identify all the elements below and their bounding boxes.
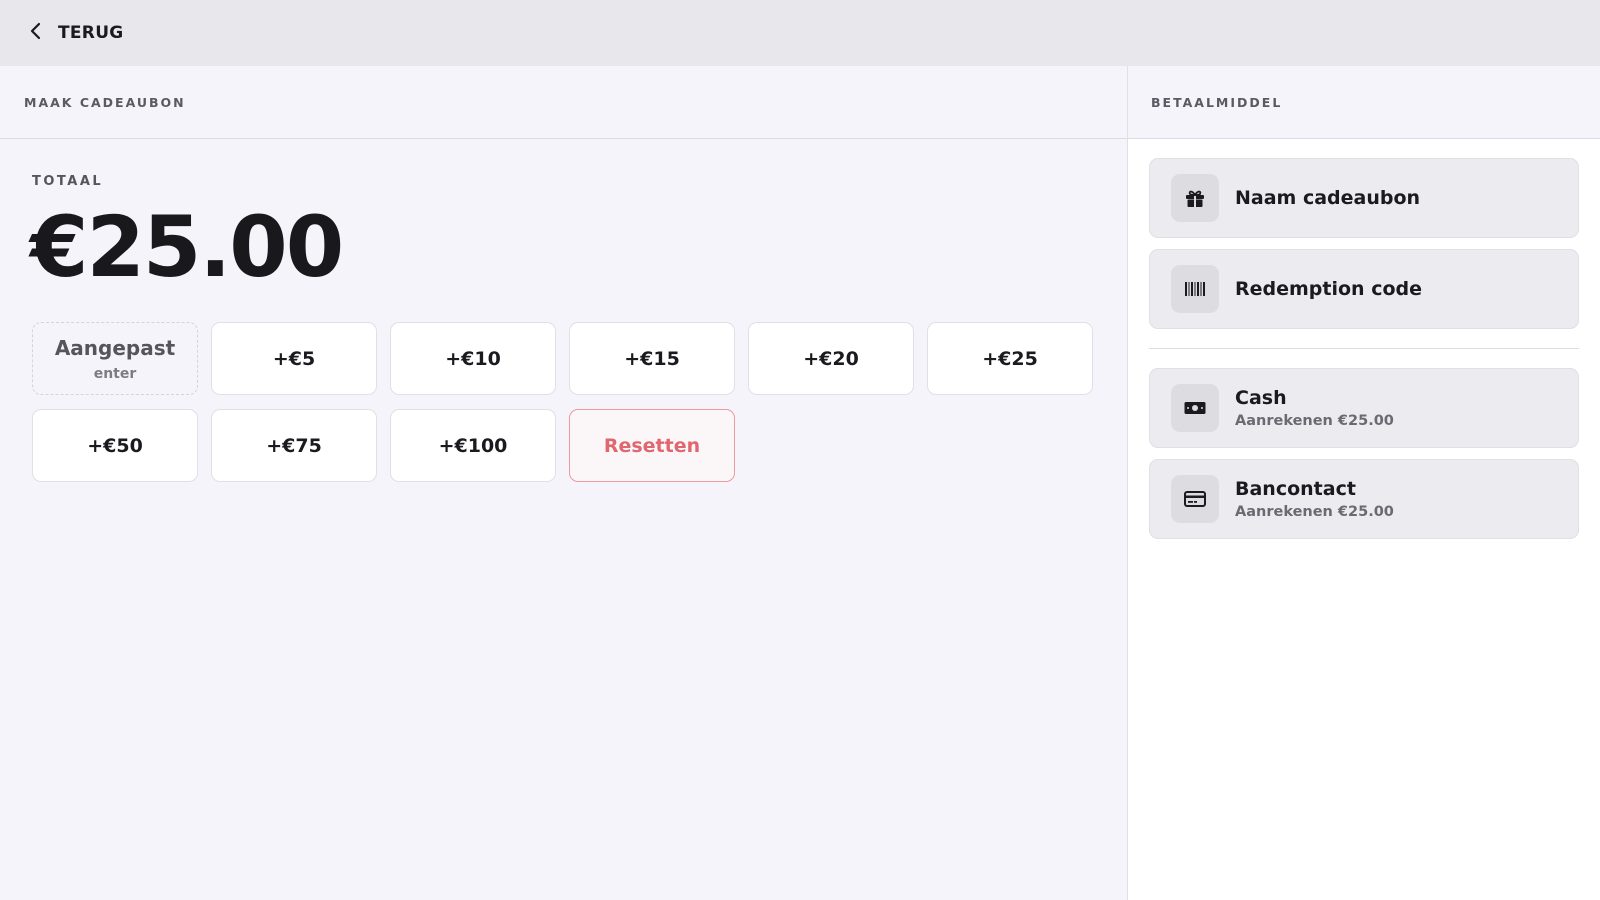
add-10-button[interactable]: +€10 xyxy=(390,322,556,395)
divider xyxy=(1149,348,1579,349)
barcode-icon xyxy=(1171,265,1219,313)
add-15-button[interactable]: +€15 xyxy=(569,322,735,395)
add-25-button[interactable]: +€25 xyxy=(927,322,1093,395)
custom-amount-button[interactable]: Aangepast enter xyxy=(32,322,198,395)
back-button[interactable]: TERUG xyxy=(26,21,124,45)
bancontact-label: Bancontact xyxy=(1235,478,1356,500)
add-75-button[interactable]: +€75 xyxy=(211,409,377,482)
redemption-code-label: Redemption code xyxy=(1235,278,1422,300)
cash-charge-amount: Aanrekenen €25.00 xyxy=(1235,413,1394,429)
add-5-button[interactable]: +€5 xyxy=(211,322,377,395)
chevron-left-icon xyxy=(26,21,46,45)
payment-method-cash[interactable]: Cash Aanrekenen €25.00 xyxy=(1149,368,1579,448)
payment-method-bancontact[interactable]: Bancontact Aanrekenen €25.00 xyxy=(1149,459,1579,539)
add-100-button[interactable]: +€100 xyxy=(390,409,556,482)
bancontact-charge-amount: Aanrekenen €25.00 xyxy=(1235,504,1394,520)
redemption-code-field[interactable]: Redemption code xyxy=(1149,249,1579,329)
payment-panel: BETAALMIDDEL Naam cadeaubon Redemption c… xyxy=(1128,66,1600,900)
top-bar: TERUG xyxy=(0,0,1600,66)
add-50-button[interactable]: +€50 xyxy=(32,409,198,482)
main-header: MAAK CADEAUBON xyxy=(0,66,1127,139)
custom-amount-label: Aangepast xyxy=(54,335,176,360)
custom-amount-sub: enter xyxy=(93,365,137,382)
page-title: MAAK CADEAUBON xyxy=(24,94,186,110)
gift-card-name-field[interactable]: Naam cadeaubon xyxy=(1149,158,1579,238)
reset-button[interactable]: Resetten xyxy=(569,409,735,482)
back-label: TERUG xyxy=(58,23,124,43)
gift-icon xyxy=(1171,174,1219,222)
total-label: TOTAAL xyxy=(32,174,104,189)
payment-section-title: BETAALMIDDEL xyxy=(1151,94,1283,110)
side-header: BETAALMIDDEL xyxy=(1128,66,1600,139)
cash-icon xyxy=(1171,384,1219,432)
cash-label: Cash xyxy=(1235,387,1287,409)
credit-card-icon xyxy=(1171,475,1219,523)
amount-grid: Aangepast enter +€5 +€10 +€15 +€20 +€25 … xyxy=(32,322,1093,482)
add-20-button[interactable]: +€20 xyxy=(748,322,914,395)
total-amount: €25.00 xyxy=(30,198,344,296)
gift-card-name-label: Naam cadeaubon xyxy=(1235,187,1421,209)
gift-card-panel: MAAK CADEAUBON TOTAAL €25.00 Aangepast e… xyxy=(0,66,1127,900)
